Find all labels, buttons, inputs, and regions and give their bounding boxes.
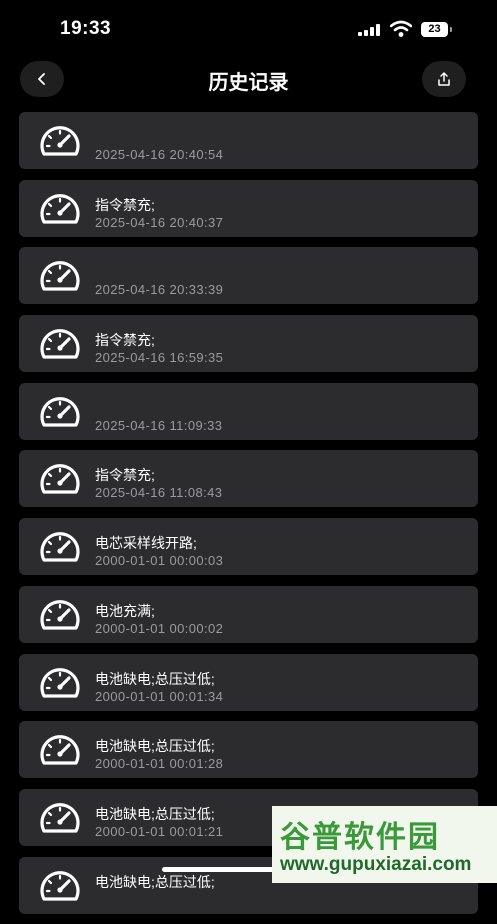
status-time: 19:33	[60, 18, 112, 39]
record-item[interactable]: 2025-04-16 11:09:33	[19, 382, 478, 440]
gauge-icon	[38, 123, 82, 157]
record-list: 2025-04-16 20:40:54 指令禁充; 2025-04-16 20:40…	[19, 112, 478, 924]
record-time: 2000-01-01 00:00:03	[95, 553, 224, 569]
gauge-icon	[38, 326, 82, 360]
gauge-icon	[38, 732, 82, 766]
gauge-icon	[38, 665, 82, 699]
record-time: 2025-04-16 20:40:37	[95, 214, 224, 230]
record-message: 电池缺电;总压过低;	[95, 805, 215, 822]
gauge-icon	[38, 258, 82, 292]
record-time: 2025-04-16 20:40:54	[95, 147, 224, 162]
gauge-icon	[38, 868, 82, 902]
gauge-icon	[38, 800, 82, 834]
watermark-title: 谷普软件园	[280, 821, 440, 854]
record-time: 2025-04-16 11:09:33	[95, 417, 223, 433]
record-message: 指令禁充;	[95, 467, 155, 484]
cellular-signal-icon	[358, 24, 382, 36]
record-time: 2025-04-16 20:33:39	[95, 282, 224, 298]
record-message: 电池充满;	[95, 602, 155, 619]
wifi-icon	[390, 20, 412, 37]
share-icon	[438, 72, 450, 86]
record-item[interactable]: 电池缺电;总压过低; 2000-01-01 00:01:34	[19, 653, 478, 711]
record-message: 指令禁充;	[95, 332, 155, 349]
gauge-icon	[38, 394, 82, 428]
record-time: 2025-04-16 16:59:35	[95, 350, 224, 366]
gauge-icon	[38, 597, 82, 631]
record-message: 电池缺电;总压过低;	[95, 738, 215, 755]
record-item[interactable]: 指令禁充; 2025-04-16 16:59:35	[19, 315, 478, 373]
record-time: 2000-01-01 00:01:21	[95, 823, 224, 839]
record-item[interactable]: 指令禁充; 2025-04-16 20:40:37	[19, 179, 478, 237]
record-message: 指令禁充;	[95, 196, 155, 213]
record-time: 2000-01-01 00:01:34	[95, 688, 224, 704]
record-message: 电芯采样线开路;	[95, 535, 197, 552]
record-time: 2025-04-16 11:08:43	[95, 485, 223, 501]
record-time: 2000-01-01 00:00:02	[95, 620, 224, 636]
record-item[interactable]: 2025-04-16 20:33:39	[19, 247, 478, 305]
gauge-icon	[38, 191, 82, 225]
watermark-url: www.gupuxiazai.com	[280, 854, 472, 875]
record-item[interactable]: 电池充满; 2000-01-01 00:00:02	[19, 585, 478, 643]
share-button[interactable]	[422, 61, 466, 97]
status-bar: 19:33 23	[0, 0, 497, 56]
record-item[interactable]: 指令禁充; 2025-04-16 11:08:43	[19, 450, 478, 508]
record-message: 电池缺电;总压过低;	[95, 670, 215, 687]
record-item[interactable]: 电芯采样线开路; 2000-01-01 00:00:03	[19, 518, 478, 576]
watermark: 谷普软件园 www.gupuxiazai.com	[272, 806, 497, 883]
record-item[interactable]: 电池缺电;总压过低; 2000-01-01 00:01:28	[19, 721, 478, 779]
gauge-icon	[38, 461, 82, 495]
gauge-icon	[38, 529, 82, 563]
nav-bar: 历史记录	[0, 56, 497, 102]
record-message: 电池缺电;总压过低;	[95, 873, 215, 890]
record-item[interactable]: 2025-04-16 20:40:54	[19, 112, 478, 169]
record-time: 2000-01-01 00:01:28	[95, 756, 224, 772]
battery-indicator: 23	[421, 22, 452, 37]
